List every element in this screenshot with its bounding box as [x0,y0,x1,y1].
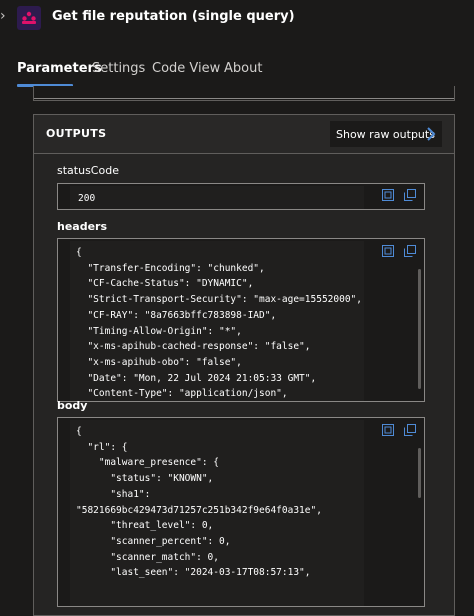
copy-icon[interactable] [404,189,416,201]
status-code-box: 200 [57,183,425,210]
code-line: "Date": "Mon, 22 Jul 2024 21:05:33 GMT", [87,372,317,384]
body-actions [382,424,416,436]
code-line: "sha1": [110,488,151,500]
code-line: "last_seen": "2024-03-17T08:57:13", [76,567,311,579]
body-box: { "rl": { "malware_presence": { "status"… [57,417,425,607]
expand-icon[interactable] [382,424,394,436]
body-scrollbar[interactable] [418,448,421,498]
show-raw-outputs-label: Show raw outputs [336,127,435,141]
code-line: "scanner_match": 0, [110,551,219,563]
headers-scrollbar[interactable] [418,269,421,389]
tab-parameters[interactable]: Parameters [17,60,102,78]
headers-box: { "Transfer-Encoding": "chunked", "CF-Ca… [57,238,425,402]
expand-icon[interactable] [382,245,394,257]
code-line: "Content-Type": "application/json", [76,388,288,400]
reversinglabs-logo-icon [17,6,41,30]
status-code-field-bg [70,186,364,209]
code-line: "Timing-Allow-Origin": "*", [87,325,242,337]
previous-section-bottom [33,86,455,101]
collapse-chevron-icon[interactable]: › [0,6,8,26]
code-line: "status": "KNOWN", [110,473,214,485]
code-line: "scanner_percent": 0, [110,535,231,547]
logo-glyph [22,11,36,24]
code-line: "x-ms-apihub-cached-response": "false", [87,341,311,353]
headers-label: headers [57,220,108,233]
code-line: { [76,426,82,437]
tab-settings[interactable]: Settings [92,60,145,78]
code-line: "5821669bc429473d71257c251b342f9e64f0a31… [76,504,322,516]
section-divider [34,98,454,99]
show-raw-outputs-button[interactable]: Show raw outputs [330,121,442,147]
code-line: "malware_presence": { [98,457,219,469]
tab-code-view[interactable]: Code View [152,60,220,78]
code-line: { [76,247,82,258]
status-code-label: statusCode [57,164,119,177]
tab-about[interactable]: About [224,60,262,78]
outputs-header: OUTPUTS Show raw outputs [34,115,454,154]
status-code-value: 200 [78,193,96,204]
copy-icon[interactable] [404,424,416,436]
code-line: "Transfer-Encoding": "chunked", [87,262,265,274]
expand-icon[interactable] [382,189,394,201]
outputs-title: OUTPUTS [46,127,107,140]
action-title: Get file reputation (single query) [52,9,295,24]
body-json: { "rl": { "malware_presence": { "status"… [76,424,322,581]
headers-actions [382,245,416,257]
body-label: body [57,399,88,412]
chevron-right-icon [427,127,436,141]
code-line: "Strict-Transport-Security": "max-age=15… [87,294,362,306]
code-line: "threat_level": 0, [110,520,214,532]
status-code-actions [382,189,416,201]
headers-json: { "Transfer-Encoding": "chunked", "CF-Ca… [76,245,362,401]
copy-icon[interactable] [404,245,416,257]
code-line: "x-ms-apihub-obo": "false", [87,356,242,368]
code-line: "rl": { [87,441,128,453]
code-line: "CF-Cache-Status": "DYNAMIC", [87,278,254,290]
code-line: "CF-RAY": "8a7663bffc783898-IAD", [87,309,277,321]
